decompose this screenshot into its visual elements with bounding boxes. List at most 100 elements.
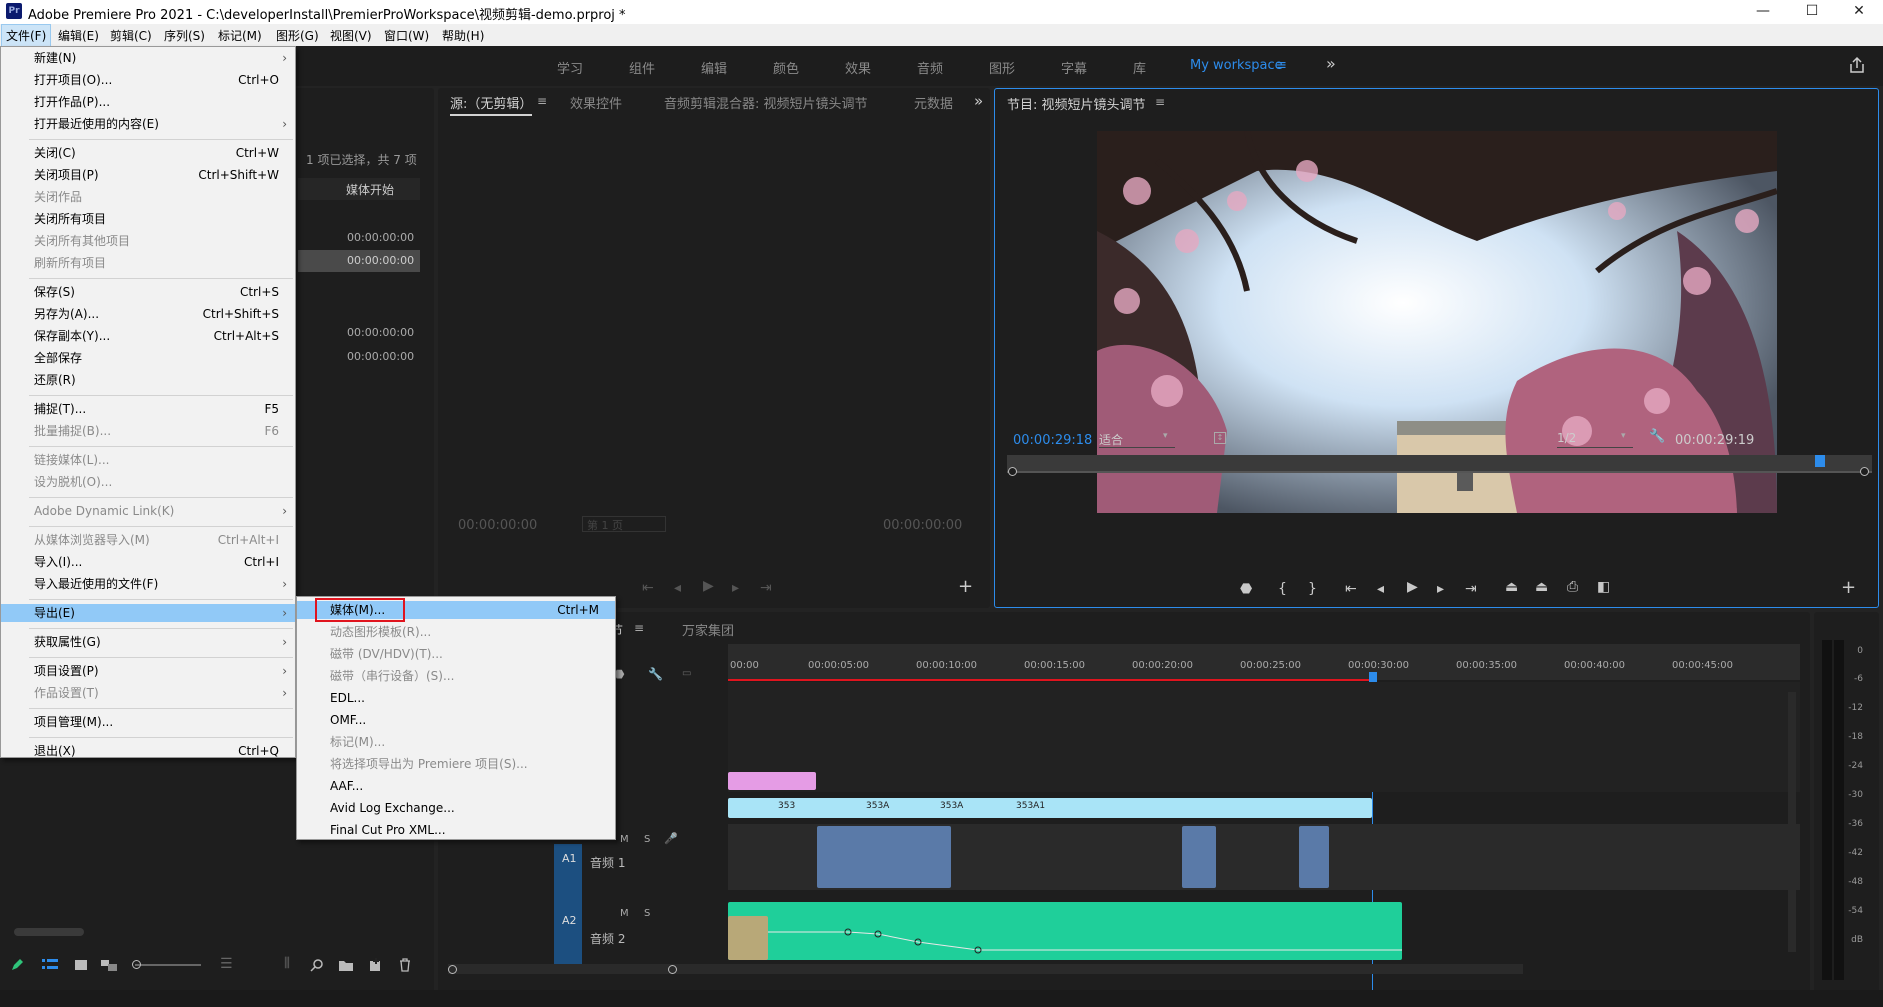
file-menu-item[interactable]: 导出(E) › — [1, 604, 295, 622]
program-add-button-icon[interactable]: + — [1841, 577, 1856, 598]
video-clip-v3[interactable] — [728, 772, 816, 790]
file-menu-item[interactable]: 项目管理(M)... — [1, 713, 295, 731]
icon-view-icon[interactable] — [74, 958, 88, 972]
source-tab-menu-icon[interactable]: ≡ — [537, 94, 547, 108]
audio-clip-a1[interactable] — [1182, 826, 1216, 888]
menu-view[interactable]: 视图(V) — [326, 27, 376, 44]
source-frame-back-icon[interactable]: ◂ — [674, 580, 681, 596]
video-clip-v2[interactable] — [728, 798, 1372, 818]
play-icon[interactable]: ▶ — [1407, 579, 1418, 595]
add-marker-icon[interactable]: ⬣ — [1240, 581, 1252, 597]
file-menu-item[interactable]: 打开项目(O)... Ctrl+O — [1, 71, 295, 89]
workspace-captions[interactable]: 字幕 — [1061, 58, 1087, 77]
step-forward-icon[interactable]: ▸ — [1437, 581, 1444, 597]
microphone-icon[interactable]: 🎤 — [664, 832, 678, 845]
search-icon[interactable] — [310, 958, 324, 972]
file-menu-item[interactable]: 新建(N) › — [1, 49, 295, 67]
mute-button[interactable]: M — [620, 908, 629, 919]
settings-toggle-icon[interactable]: ↕ — [1214, 432, 1226, 444]
source-frame-forward-icon[interactable]: ▸ — [732, 580, 739, 596]
program-playhead[interactable] — [1815, 455, 1825, 467]
panel-overflow-icon[interactable]: » — [974, 92, 983, 110]
workspace-graphics[interactable]: 图形 — [989, 58, 1015, 77]
workspace-color[interactable]: 颜色 — [773, 58, 799, 77]
workspace-editing[interactable]: 编辑 — [701, 58, 727, 77]
menu-file[interactable]: 文件(F) — [0, 24, 52, 47]
source-step-forward-icon[interactable]: ⇥ — [760, 580, 772, 596]
captions-icon[interactable]: ▭ — [682, 668, 691, 679]
source-play-icon[interactable]: ▶ — [703, 578, 714, 594]
maximize-button[interactable]: ☐ — [1789, 0, 1835, 24]
workspace-effects[interactable]: 效果 — [845, 58, 871, 77]
workspace-libraries[interactable]: 库 — [1133, 58, 1146, 77]
list-view-icon[interactable] — [42, 958, 58, 972]
solo-button[interactable]: S — [644, 908, 650, 919]
menu-clip[interactable]: 剪辑(C) — [106, 27, 156, 44]
file-menu-item[interactable]: 保存(S) Ctrl+S — [1, 283, 295, 301]
minimize-button[interactable]: — — [1740, 0, 1786, 24]
export-menu-item[interactable]: AAF... — [297, 777, 615, 795]
new-bin-icon[interactable] — [338, 958, 354, 972]
program-tab-menu-icon[interactable]: ≡ — [1155, 95, 1165, 109]
new-item-icon[interactable] — [368, 958, 382, 972]
menu-sequence[interactable]: 序列(S) — [160, 27, 209, 44]
zoom-slider-handle[interactable] — [132, 960, 141, 969]
tab-audio-clip-mixer[interactable]: 音频剪辑混合器: 视频短片镜头调节 — [664, 93, 868, 112]
workspace-more-button[interactable]: » — [1326, 54, 1336, 73]
timeline-horizontal-scrollbar[interactable] — [448, 964, 1523, 974]
tab-effect-controls[interactable]: 效果控件 — [570, 93, 622, 112]
menu-marker[interactable]: 标记(M) — [214, 27, 266, 44]
source-step-back-icon[interactable]: ⇤ — [642, 580, 654, 596]
zoom-slider[interactable] — [135, 964, 201, 966]
close-button[interactable]: ✕ — [1836, 0, 1882, 24]
file-menu-item[interactable]: 导入(I)... Ctrl+I — [1, 553, 295, 571]
workspace-menu-icon[interactable]: ≡ — [1276, 58, 1287, 73]
step-back-icon[interactable]: ◂ — [1377, 581, 1384, 597]
menu-window[interactable]: 窗口(W) — [380, 27, 433, 44]
file-menu-item[interactable]: 打开最近使用的内容(E) › — [1, 115, 295, 133]
program-timecode-current[interactable]: 00:00:29:18 — [1013, 433, 1092, 448]
source-add-button-icon[interactable]: + — [958, 576, 973, 597]
file-menu-item[interactable]: 关闭(C) Ctrl+W — [1, 144, 295, 162]
file-menu-item[interactable]: 项目设置(P) › — [1, 662, 295, 680]
workspace-audio[interactable]: 音频 — [917, 58, 943, 77]
mark-out-icon[interactable]: } — [1308, 581, 1317, 597]
program-scrubber[interactable] — [1007, 455, 1872, 471]
file-menu-item[interactable]: 还原(R) — [1, 371, 295, 389]
scroll-handle[interactable] — [448, 965, 457, 974]
timeline-tab-menu-icon[interactable]: ≡ — [634, 621, 644, 635]
wrench-icon[interactable]: 🔧 — [1649, 429, 1665, 444]
tab-source[interactable]: 源:（无剪辑） — [450, 93, 533, 116]
solo-button[interactable]: S — [644, 834, 650, 845]
mark-in-icon[interactable]: { — [1278, 581, 1287, 597]
timeline-vertical-scrollbar[interactable] — [1788, 692, 1796, 952]
mute-button[interactable]: M — [620, 834, 629, 845]
tab-timeline-wanjia[interactable]: 万家集团 — [682, 620, 734, 639]
file-menu-item[interactable]: 关闭项目(P) Ctrl+Shift+W — [1, 166, 295, 184]
audio-clip-a1[interactable] — [817, 826, 951, 888]
timeline-playhead-handle[interactable] — [1369, 672, 1377, 682]
export-menu-item[interactable]: Final Cut Pro XML... — [297, 821, 615, 839]
export-menu-item[interactable]: OMF... — [297, 711, 615, 729]
source-page-select[interactable]: 第 1 页 — [582, 516, 666, 532]
file-menu-item[interactable]: 退出(X) Ctrl+Q — [1, 742, 295, 760]
export-menu-item[interactable]: Avid Log Exchange... — [297, 799, 615, 817]
program-zoom-bar[interactable] — [1007, 471, 1872, 473]
automate-icon[interactable]: ⫼ — [284, 956, 290, 971]
export-frame-camera-icon[interactable]: ⎙ — [1567, 579, 1578, 595]
file-menu-item[interactable]: 关闭所有项目 — [1, 210, 295, 228]
menu-graphics[interactable]: 图形(G) — [272, 27, 323, 44]
extract-icon[interactable]: ⏏ — [1535, 579, 1548, 595]
menu-help[interactable]: 帮助(H) — [438, 27, 488, 44]
go-to-in-icon[interactable]: ⇤ — [1345, 581, 1357, 597]
scroll-handle[interactable] — [668, 965, 677, 974]
pencil-icon[interactable] — [10, 958, 24, 972]
trash-icon[interactable] — [398, 958, 412, 972]
tab-metadata[interactable]: 元数据 — [914, 93, 966, 112]
project-column-header[interactable]: 媒体开始 — [298, 178, 420, 200]
compare-view-icon[interactable]: ◧ — [1597, 579, 1610, 595]
workspace-assembly[interactable]: 组件 — [629, 58, 655, 77]
file-menu-item[interactable]: 获取属性(G) › — [1, 633, 295, 651]
file-menu-item[interactable]: 导入最近使用的文件(F) › — [1, 575, 295, 593]
audio-clip-a1[interactable] — [1299, 826, 1329, 888]
